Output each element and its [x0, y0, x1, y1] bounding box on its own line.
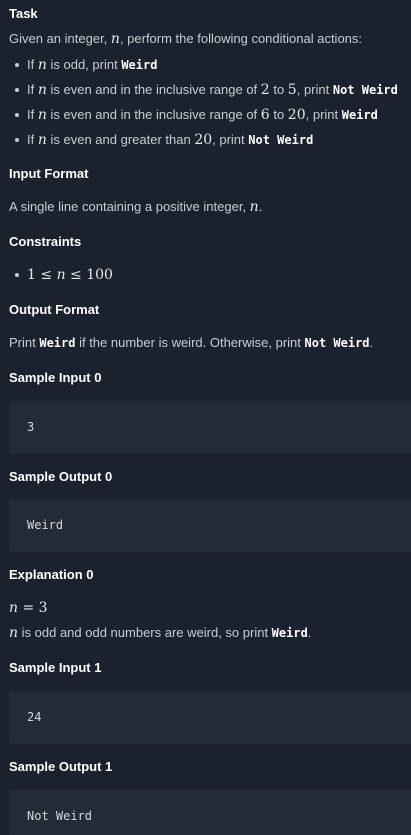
cond-text: to	[269, 82, 288, 97]
math-var: n	[56, 267, 66, 283]
explanation-desc: is odd and odd numbers are weird, so pri…	[18, 625, 272, 640]
math-op: ≤	[35, 267, 57, 283]
math-num: 20	[194, 132, 213, 148]
explanation-equation: n = 3	[9, 599, 48, 617]
output-format-desc: if the number is weird. Otherwise, print	[75, 335, 305, 350]
sample-output-1-block: Not Weird	[9, 790, 411, 835]
math-var: n	[37, 107, 47, 123]
input-format-desc-end: .	[258, 199, 263, 214]
sample-output-1-heading: Sample Output 1	[9, 759, 113, 774]
inline-code: Weird	[121, 58, 158, 72]
inline-code: Weird	[341, 108, 378, 122]
explanation-0-heading: Explanation 0	[9, 567, 94, 582]
math-var: n	[9, 625, 19, 641]
math-var: n	[110, 31, 120, 47]
math-num: 20	[287, 107, 306, 123]
math-op: =	[18, 600, 39, 616]
task-intro-text: Given an integer,	[9, 31, 111, 46]
inline-code: Not Weird	[304, 336, 370, 350]
list-item: 1 ≤ n ≤ 100	[9, 266, 113, 291]
cond-text: If	[27, 57, 38, 72]
cond-text: , print	[296, 82, 333, 97]
sample-input-1-value: 24	[27, 710, 42, 724]
cond-text: If	[27, 107, 38, 122]
output-format-text: Print Weird if the number is weird. Othe…	[9, 334, 373, 352]
task-heading: Task	[9, 6, 38, 21]
input-format-heading: Input Format	[9, 166, 89, 181]
math-num: 100	[86, 267, 113, 283]
output-format-heading: Output Format	[9, 302, 100, 317]
sample-input-1-heading: Sample Input 1	[9, 660, 102, 675]
cond-text: If	[27, 132, 38, 147]
cond-text: to	[269, 107, 288, 122]
math-var: n	[37, 57, 47, 73]
math-var: n	[9, 600, 19, 616]
sample-input-0-heading: Sample Input 0	[9, 370, 102, 385]
math-num: 6	[260, 107, 270, 123]
math-var: n	[37, 82, 47, 98]
math-num: 1	[27, 267, 36, 283]
sample-output-0-block: Weird	[9, 499, 411, 552]
sample-output-0-heading: Sample Output 0	[9, 469, 113, 484]
sample-input-1-block: 24	[9, 691, 411, 744]
inline-code: Weird	[39, 336, 76, 350]
constraints-list: 1 ≤ n ≤ 100	[9, 266, 113, 291]
inline-code: Not Weird	[248, 133, 314, 147]
list-item: If n is even and in the inclusive range …	[9, 106, 398, 131]
sample-input-0-value: 3	[27, 420, 35, 434]
explanation-desc-end: .	[307, 625, 312, 640]
input-format-desc: A single line containing a positive inte…	[9, 199, 250, 214]
list-item: If n is odd, print Weird	[9, 56, 398, 81]
input-format-text: A single line containing a positive inte…	[9, 198, 262, 216]
output-format-desc: Print	[9, 335, 40, 350]
cond-text: is even and in the inclusive range of	[46, 82, 261, 97]
math-num: 2	[260, 82, 270, 98]
inline-code: Weird	[271, 626, 308, 640]
task-intro: Given an integer, n, perform the followi…	[9, 30, 362, 48]
problem-statement: Task Given an integer, n, perform the fo…	[0, 0, 411, 835]
explanation-text: n is odd and odd numbers are weird, so p…	[9, 624, 311, 642]
cond-text: is even and in the inclusive range of	[46, 107, 261, 122]
list-item: If n is even and in the inclusive range …	[9, 81, 398, 106]
output-format-desc-end: .	[369, 335, 374, 350]
cond-text: , print	[212, 132, 249, 147]
math-num: 3	[38, 600, 48, 616]
sample-output-1-value: Not Weird	[27, 809, 93, 823]
task-intro-text-end: , perform the following conditional acti…	[119, 31, 363, 46]
cond-text: is even and greater than	[46, 132, 195, 147]
inline-code: Not Weird	[332, 83, 398, 97]
math-op: ≤	[65, 267, 87, 283]
sample-input-0-block: 3	[9, 401, 411, 454]
math-var: n	[37, 132, 47, 148]
cond-text: , print	[305, 107, 342, 122]
math-num: 5	[287, 82, 297, 98]
math-var: n	[249, 199, 259, 215]
sample-output-0-value: Weird	[27, 518, 64, 532]
list-item: If n is even and greater than 20, print …	[9, 131, 398, 156]
cond-text: If	[27, 82, 38, 97]
cond-text: is odd, print	[46, 57, 122, 72]
constraints-heading: Constraints	[9, 234, 82, 249]
conditions-list: If n is odd, print Weird If n is even an…	[9, 56, 398, 156]
